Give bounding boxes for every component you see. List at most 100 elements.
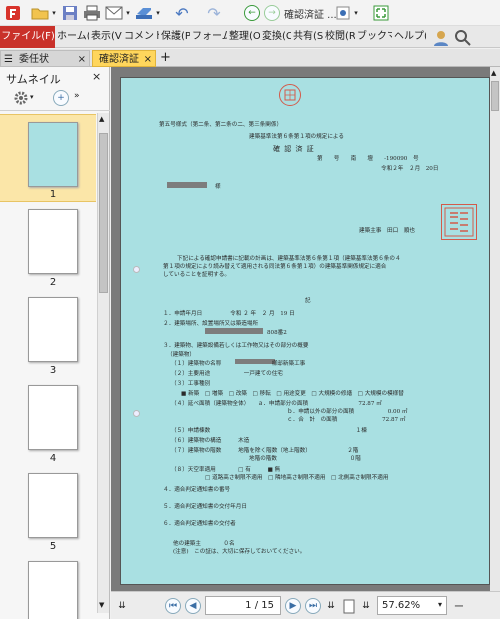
item-line: ■ 新築 □ 増築 □ 改築 □ 移転 □ 用途変更 □ 大規模の修繕 □ 大規… — [181, 391, 404, 397]
item-line: ｃ．合 計 の面積 72.87 ㎡ — [287, 417, 406, 423]
scroll-up-icon[interactable]: ▲ — [491, 69, 496, 77]
item-line: （２）主要用途 一戸建ての住宅 — [171, 371, 283, 377]
window-title: 確認済証 ... — [284, 10, 337, 21]
menu-organize[interactable]: 整理(O — [228, 26, 260, 48]
addressee-suffix: 様 — [215, 184, 221, 190]
chevron-down-icon[interactable]: ▾ — [124, 3, 132, 23]
document-title: 確 認 済 証 — [273, 145, 315, 153]
search-icon[interactable] — [452, 28, 474, 48]
item-line: （１）建築物の名称 様邸新築工事 — [171, 361, 306, 367]
email-icon[interactable] — [104, 3, 124, 23]
scan-icon[interactable] — [134, 3, 154, 23]
menu-review[interactable]: 校閲(R — [324, 26, 355, 48]
open-folder-icon[interactable] — [30, 3, 50, 23]
zoom-select[interactable]: 57.62% ▾ — [377, 596, 447, 615]
document-number: 第 号 南 壇 -190090 号 — [317, 156, 419, 162]
document-tabs: ☰ 委任状 × 確認済証 × + — [0, 49, 500, 67]
print-icon[interactable] — [82, 3, 102, 23]
thumbnail-page-6[interactable] — [28, 561, 78, 619]
item-line: １．申請年月日 令和 ２ 年 ２ 月 19 日 — [163, 311, 295, 317]
item-line: （６）建築物の構造 木造 — [171, 438, 250, 444]
last-page-button[interactable]: ⏭ — [303, 597, 323, 615]
back-icon[interactable]: ← — [242, 3, 262, 23]
item-line: □ 道路高さ制限不適用 □ 隣地高さ制限不適用 □ 北側高さ制限不適用 — [205, 475, 389, 481]
zoom-in-icon[interactable]: + — [53, 90, 69, 106]
chevron-down-icon[interactable]: ▾ — [154, 3, 162, 23]
save-icon[interactable] — [60, 3, 80, 23]
status-bar: ⇊ ⏮ ◀ 1 / 15 ▶ ⏭ ⇊ ⇊ 57.62% ▾ − — [111, 591, 500, 619]
chevron-down-icon[interactable]: ▾ — [30, 93, 34, 101]
scroll-up-icon[interactable]: ▲ — [99, 115, 104, 123]
thumbnail-panel: サムネイル × ▾ + » 1 2 3 4 5 ▲ ▼ — [0, 67, 110, 619]
new-tab-button[interactable]: + — [158, 50, 172, 67]
page-view-icon[interactable] — [341, 597, 357, 615]
double-chevron-down-icon[interactable]: ⇊ — [115, 597, 129, 615]
thumbnail-page-4[interactable] — [28, 385, 78, 450]
double-chevron-down-icon[interactable]: ⇊ — [359, 597, 373, 615]
item-line: （７）建築物の階数 地階を除く階数（地上階数） ２階 — [171, 448, 359, 454]
thumbnail-page-2[interactable] — [28, 209, 78, 274]
thumbnail-label: 4 — [49, 453, 57, 464]
item-line: ４．適合判定通知書の番号 — [163, 487, 231, 493]
item-line: ２．建築場所、設置場所又は築造場所 — [163, 321, 259, 327]
redo-icon[interactable]: ↷ — [204, 3, 224, 23]
tab-kakunin[interactable]: 確認済証 × — [92, 50, 156, 67]
menu-bookmark[interactable]: ブックマー — [356, 26, 392, 48]
form-number: 第五号様式（第二条、第二条の二、第三条関係） — [159, 122, 283, 128]
chevron-down-icon[interactable]: ▾ — [50, 3, 58, 23]
first-page-button[interactable]: ⏮ — [163, 597, 183, 615]
chevron-down-icon[interactable]: ▾ — [352, 3, 360, 23]
undo-icon[interactable]: ↶ — [172, 3, 192, 23]
punch-hole — [133, 266, 140, 273]
menu-help[interactable]: ヘルプ(H — [393, 26, 426, 48]
menu-form[interactable]: フォーム(F — [191, 26, 227, 48]
scrollbar-thumb[interactable] — [99, 133, 108, 293]
app-logo-icon[interactable] — [4, 3, 22, 23]
document-viewer: 第五号様式（第二条、第二条の二、第三条関係） 建築基準法第６条第１項の規定による… — [111, 67, 500, 591]
menu-convert[interactable]: 変換(C — [261, 26, 291, 48]
menu-view[interactable]: 表示(V — [90, 26, 122, 48]
thumbnail-page-3[interactable] — [28, 297, 78, 362]
chevron-down-icon[interactable]: ▾ — [438, 600, 442, 609]
menu-home[interactable]: ホーム(H — [56, 26, 89, 48]
panel-close-icon[interactable]: × — [92, 70, 101, 83]
item-line: ５．適合判定通知書の交付年月日 — [163, 504, 247, 510]
item-line: ６．適合判定通知書の交付者 — [163, 521, 236, 527]
user-icon[interactable] — [430, 28, 452, 48]
fullscreen-icon[interactable] — [372, 3, 390, 23]
ki-heading: 記 — [305, 298, 311, 304]
body-line-3: していることを証明する。 — [163, 272, 230, 278]
redaction-bar — [205, 328, 263, 334]
item-line: 他の建築主 ０名 — [173, 541, 235, 547]
menu-comment[interactable]: コメント(C — [123, 26, 159, 48]
item-line: （建築物） — [167, 352, 195, 358]
expand-icon[interactable]: » — [74, 91, 80, 101]
scroll-down-icon[interactable]: ▼ — [99, 601, 104, 609]
menu-file[interactable]: ファイル(F) — [0, 26, 55, 48]
menu-protect[interactable]: 保護(P — [160, 26, 190, 48]
item-line: （３）工事種別 — [171, 381, 211, 387]
panel-toolbar: ▾ + » — [0, 85, 110, 111]
body-line-2: 第１項の規定により読み替えて適用される同法第６条第１項）の建築基準関係規定に適合 — [163, 264, 387, 270]
thumbnail-scrollbar[interactable]: ▲ ▼ — [97, 113, 109, 613]
menu-share[interactable]: 共有(S — [292, 26, 323, 48]
scrollbar-thumb[interactable] — [491, 81, 499, 111]
thumbnail-page-5[interactable] — [28, 473, 78, 538]
forward-icon[interactable]: → — [262, 3, 282, 23]
tab-close-icon[interactable]: × — [78, 51, 86, 68]
thumbnail-list: 1 2 3 4 5 — [0, 113, 96, 619]
zoom-out-icon[interactable]: − — [451, 597, 467, 615]
thumbnail-page-1[interactable] — [28, 122, 78, 187]
next-page-button[interactable]: ▶ — [283, 597, 303, 615]
tab-close-icon[interactable]: × — [144, 51, 152, 68]
item-line: （４）延べ面積（建築物全体） ａ．申請部分の面積 72.87 ㎡ — [171, 401, 382, 407]
tab-inin[interactable]: ☰ 委任状 × — [0, 50, 90, 67]
double-chevron-down-icon[interactable]: ⇊ — [325, 597, 337, 615]
title-bar: ▾ ▾ ▾ ↶ ↷ ← → 確認済証 ... ▾ — [0, 0, 500, 26]
customize-icon[interactable] — [334, 3, 352, 23]
page-number-input[interactable]: 1 / 15 — [205, 596, 281, 615]
document-scrollbar[interactable]: ▲ — [490, 67, 500, 591]
prev-page-button[interactable]: ◀ — [183, 597, 203, 615]
gear-icon[interactable] — [12, 89, 30, 110]
document-icon: ☰ — [4, 54, 13, 65]
